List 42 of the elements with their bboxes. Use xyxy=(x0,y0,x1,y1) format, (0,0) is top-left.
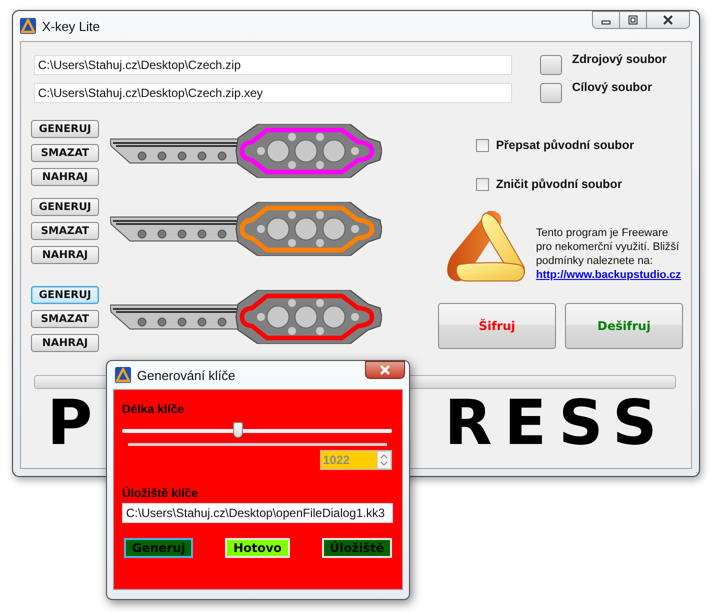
key-action-button[interactable]: NAHRAJ xyxy=(31,334,99,352)
maximize-icon xyxy=(628,15,638,25)
key-storage-field[interactable]: C:\Users\Stahuj.cz\Desktop\openFileDialog1.kk3 xyxy=(122,503,393,523)
window-title: X-key Lite xyxy=(42,18,100,34)
key-length-label: Délka klíče xyxy=(122,402,186,416)
minimize-button[interactable] xyxy=(592,11,620,29)
app-logo-icon xyxy=(20,18,36,34)
close-button[interactable] xyxy=(646,11,690,29)
key-length-slider[interactable] xyxy=(122,422,392,440)
key-action-button[interactable]: GENERUJ xyxy=(31,198,99,216)
action-button[interactable]: Dešifruj xyxy=(565,303,683,349)
file-label: Zdrojový soubor xyxy=(572,52,667,66)
key-action-button[interactable]: SMAZAT xyxy=(31,310,99,328)
key-action-button[interactable]: SMAZAT xyxy=(31,222,99,240)
file-path-field[interactable]: C:\Users\Stahuj.cz\Desktop\Czech.zip xyxy=(34,55,512,75)
key-action-button[interactable]: SMAZAT xyxy=(31,144,99,162)
key-action-button[interactable]: GENERUJ xyxy=(31,120,99,138)
banner-text: P xyxy=(47,393,104,453)
close-icon xyxy=(379,365,391,375)
dialog-button[interactable]: Hotovo xyxy=(225,538,290,558)
checkbox[interactable] xyxy=(476,138,489,152)
dialog-title: Generování klíče xyxy=(137,368,236,382)
banner-text: RESS xyxy=(444,393,669,453)
website-link[interactable]: http://www.backupstudio.cz xyxy=(536,268,686,282)
checkbox[interactable] xyxy=(476,178,489,190)
slider-thumb[interactable] xyxy=(233,422,244,438)
freeware-notice: Tento program je Freeware pro nekomerční využití. Bližší podmínky naleznete na: xyxy=(536,226,680,268)
close-button[interactable] xyxy=(365,361,405,379)
browse-button[interactable] xyxy=(540,83,562,103)
close-icon xyxy=(662,15,674,25)
key-action-button[interactable]: NAHRAJ xyxy=(31,168,99,186)
checkbox-label: Zničit původní soubor xyxy=(496,177,622,191)
file-label: Cílový soubor xyxy=(572,80,652,94)
app-logo-icon xyxy=(115,367,131,383)
key-action-button[interactable]: GENERUJ xyxy=(31,286,99,304)
maximize-button[interactable] xyxy=(619,11,647,29)
file-path-field[interactable]: C:\Users\Stahuj.cz\Desktop\Czech.zip.xey xyxy=(34,83,512,103)
checkbox-label: Přepsat původní soubor xyxy=(496,138,634,152)
key-storage-label: Úložiště klíče xyxy=(122,486,200,500)
spin-arrows-icon xyxy=(377,451,391,469)
browse-button[interactable] xyxy=(540,55,562,75)
key-action-button[interactable]: NAHRAJ xyxy=(31,246,99,264)
